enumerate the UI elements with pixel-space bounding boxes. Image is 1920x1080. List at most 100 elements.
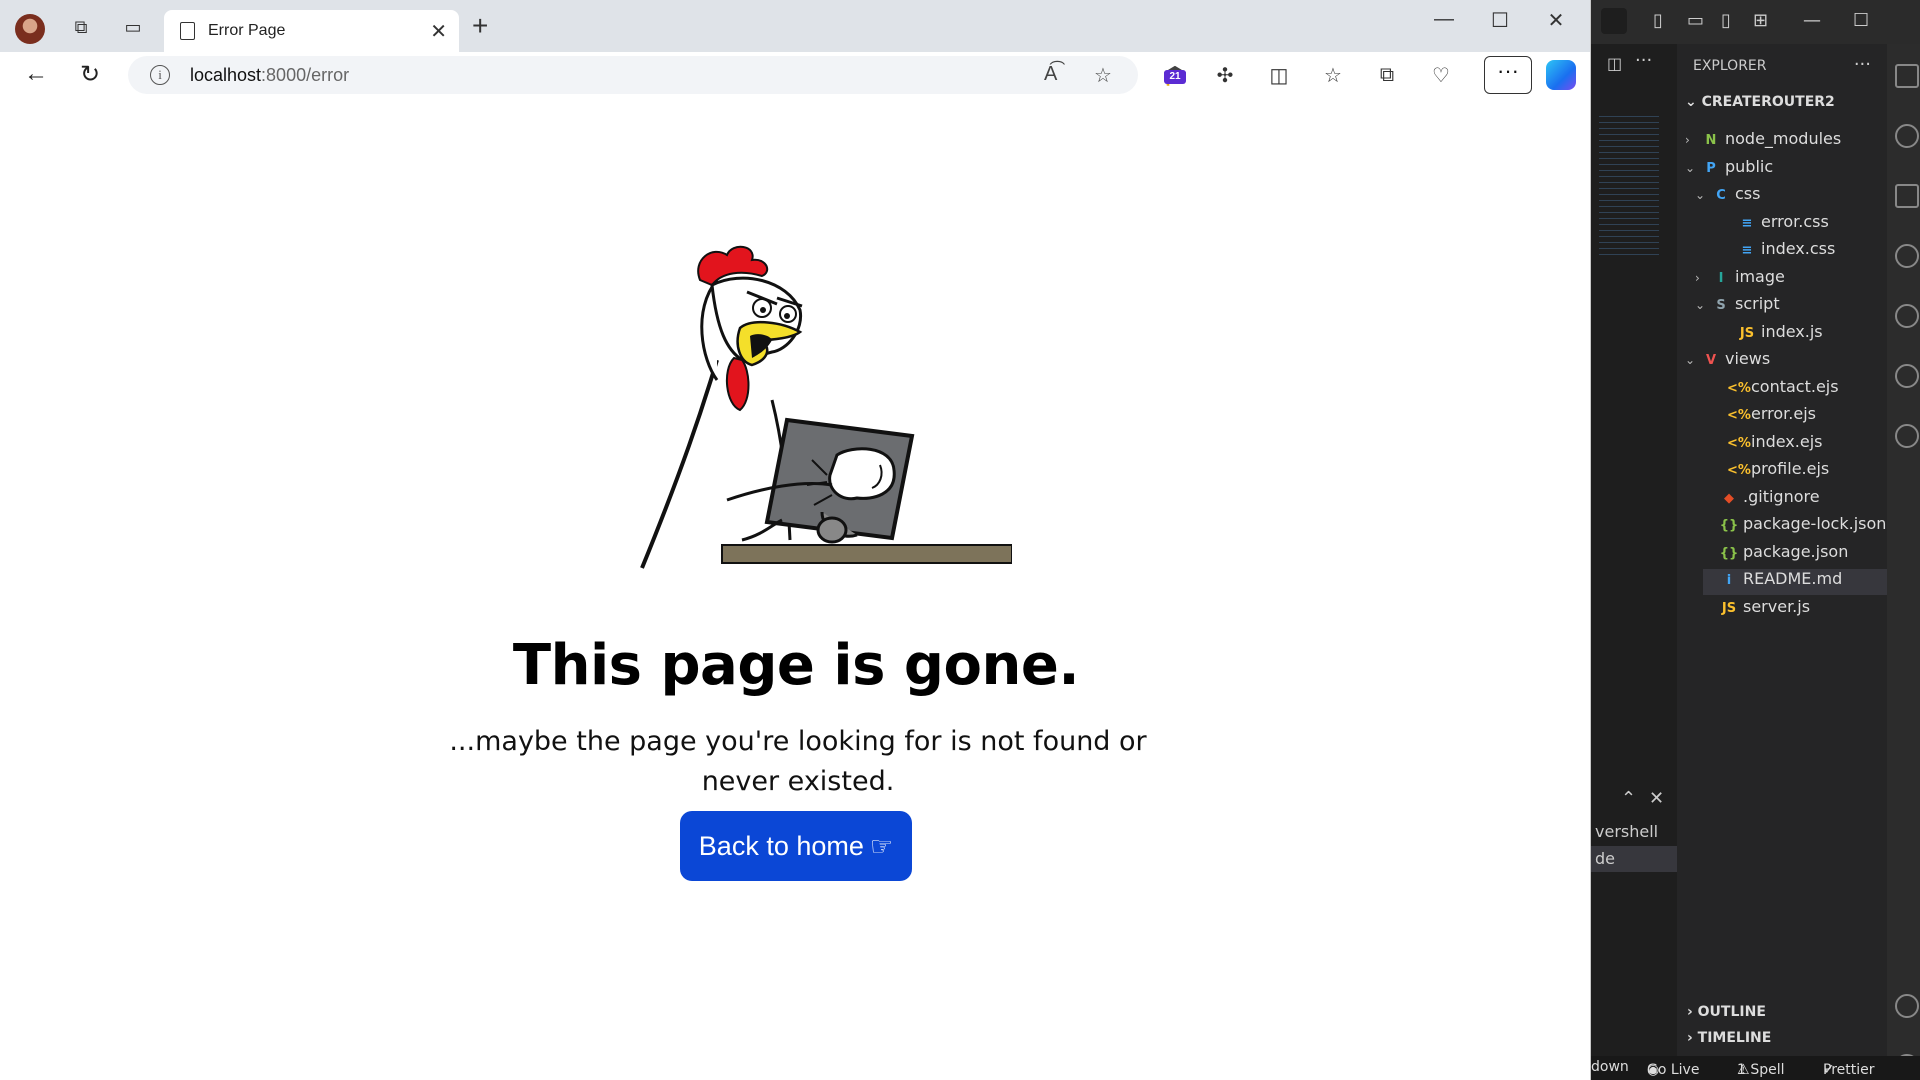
maximize-button[interactable]: ☐ [1480, 8, 1520, 33]
editor-area: ◫ ··· [1591, 44, 1677, 1080]
split-editor-icon[interactable]: ◫ [1607, 54, 1622, 73]
tree-item-label: package.json [1743, 542, 1849, 561]
tree-item-label: contact.ejs [1751, 377, 1839, 396]
tree-item[interactable]: › Iimage [1695, 267, 1887, 293]
chevron-up-icon[interactable]: ⌃ [1621, 788, 1636, 809]
back-to-home-button[interactable]: Back to home ☞ [680, 811, 912, 881]
address-bar[interactable]: i localhost:8000/error A͡ ☆ [128, 56, 1138, 94]
tree-item[interactable]: ≡ index.css [1721, 239, 1887, 265]
source-control-icon[interactable] [1895, 184, 1919, 208]
account-icon[interactable] [1895, 994, 1919, 1018]
tree-item[interactable]: {} package-lock.json [1703, 514, 1887, 540]
more-menu-button[interactable]: ··· [1484, 56, 1532, 94]
refresh-button[interactable]: ↻ [80, 60, 100, 89]
file-icon: <% [1727, 381, 1751, 396]
chevron-down-icon: ⌄ [1695, 298, 1706, 312]
tree-item[interactable]: › Nnode_modules [1685, 129, 1887, 155]
tree-item-label: index.ejs [1751, 432, 1823, 451]
timeline-label: TIMELINE [1697, 1030, 1772, 1046]
folder-icon: P [1706, 161, 1716, 176]
search-icon[interactable] [1895, 124, 1919, 148]
file-icon: <% [1727, 463, 1751, 478]
command-center[interactable] [1601, 8, 1627, 34]
chevron-down-icon: ⌄ [1685, 94, 1702, 110]
terminal-selected[interactable]: de [1591, 846, 1677, 872]
minimize-button[interactable]: — [1424, 8, 1464, 31]
collections-icon[interactable]: ⧉ [1370, 60, 1404, 90]
page-viewport: This page is gone. ...maybe the page you… [8, 98, 1584, 1080]
chevron-down-icon: ⌄ [1685, 161, 1696, 175]
prettier-label: Prettier [1823, 1062, 1875, 1078]
tree-item[interactable]: <%error.ejs [1711, 404, 1887, 430]
project-folder[interactable]: ⌄ CREATEROUTER2 [1685, 94, 1835, 110]
maximize-icon[interactable]: ☐ [1853, 10, 1869, 31]
status-item[interactable]: down [1591, 1059, 1629, 1075]
tree-item[interactable]: ⌄ Ccss [1695, 184, 1887, 210]
back-button[interactable]: ← [24, 60, 48, 88]
testing-icon[interactable] [1895, 424, 1919, 448]
tree-item[interactable]: ⌄ Ppublic [1685, 157, 1887, 183]
close-panel-icon[interactable]: ✕ [1649, 788, 1664, 809]
tab-error-page[interactable]: Error Page ✕ [164, 10, 459, 52]
tree-item-label: image [1735, 267, 1785, 286]
tree-item[interactable]: ≡ error.css [1721, 212, 1887, 238]
tree-item[interactable]: JS index.js [1721, 322, 1887, 348]
extension-badge: 21 [1164, 70, 1186, 84]
extensions-puzzle-icon[interactable]: ✣ [1208, 60, 1242, 90]
favorite-star-icon[interactable]: ☆ [1094, 63, 1112, 88]
explorer-panel: EXPLORER ··· ⌄ CREATEROUTER2 › Nnode_modu… [1677, 44, 1887, 1056]
read-aloud-icon[interactable]: A͡ [1044, 63, 1057, 86]
status-bar: down ◉ Go Live ⚠ 1 Spell ✓ Prettier [1591, 1056, 1920, 1080]
outline-section[interactable]: › OUTLINE [1687, 1004, 1766, 1020]
tree-item[interactable]: ⌄ Sscript [1695, 294, 1887, 320]
tree-item-label: views [1725, 349, 1771, 368]
tree-item[interactable]: ⌄ Vviews [1685, 349, 1887, 375]
tree-item-label: index.css [1761, 239, 1836, 258]
minimap[interactable] [1599, 116, 1659, 256]
tree-item[interactable]: JS server.js [1703, 597, 1887, 623]
copilot-icon[interactable] [1546, 60, 1576, 90]
close-window-button[interactable]: ✕ [1536, 8, 1576, 33]
go-live-label: Go Live [1647, 1062, 1700, 1078]
folder-icon: C [1716, 188, 1726, 203]
tree-item[interactable]: {} package.json [1703, 542, 1887, 568]
tree-item[interactable]: <%contact.ejs [1711, 377, 1887, 403]
customize-layout-icon[interactable]: ⊞ [1753, 10, 1768, 31]
split-screen-icon[interactable]: ◫ [1262, 60, 1296, 90]
toggle-sidebar-icon[interactable]: ▯ [1653, 10, 1663, 31]
terminal-panel: ⌃ ✕ vershell de [1591, 780, 1677, 880]
chevron-right-icon: › [1695, 271, 1700, 285]
folder-icon: N [1705, 133, 1717, 148]
extensions-icon[interactable] [1895, 304, 1919, 328]
tab-bar: ⧉ ▭ Error Page ✕ + — ☐ ✕ [0, 0, 1590, 52]
chevron-right-icon: › [1685, 133, 1690, 147]
editor-more-icon[interactable]: ··· [1635, 50, 1652, 71]
close-tab-icon[interactable]: ✕ [430, 19, 447, 44]
remote-icon[interactable] [1895, 364, 1919, 388]
run-debug-icon[interactable] [1895, 244, 1919, 268]
profile-avatar[interactable] [15, 14, 45, 44]
url-text[interactable]: localhost:8000/error [190, 65, 349, 86]
new-tab-button[interactable]: + [472, 12, 488, 40]
minimize-icon[interactable]: — [1803, 10, 1821, 31]
browser-essentials-icon[interactable]: ♡ [1424, 60, 1458, 90]
site-info-icon[interactable]: i [150, 65, 170, 85]
terminal-name[interactable]: vershell [1595, 822, 1658, 841]
vertical-tabs-icon[interactable]: ▭ [120, 14, 146, 40]
explorer-more-icon[interactable]: ··· [1854, 54, 1871, 75]
tree-item[interactable]: i README.md [1703, 569, 1887, 595]
tree-item-label: package-lock.json [1743, 514, 1887, 533]
timeline-section[interactable]: › TIMELINE [1687, 1030, 1771, 1046]
tree-item-label: node_modules [1725, 129, 1842, 148]
favorites-icon[interactable]: ☆ [1316, 60, 1350, 90]
toggle-panel-icon[interactable]: ▭ [1687, 10, 1704, 31]
copy-icon[interactable] [1895, 64, 1919, 88]
tree-item-label: public [1725, 157, 1774, 176]
tree-item[interactable]: <%index.ejs [1711, 432, 1887, 458]
tree-item[interactable]: ◆ .gitignore [1703, 487, 1887, 513]
workspaces-icon[interactable]: ⧉ [68, 14, 94, 40]
folder-icon: S [1716, 298, 1726, 313]
pointing-hand-icon: ☞ [869, 831, 894, 861]
toggle-secondary-sidebar-icon[interactable]: ▯ [1721, 10, 1731, 31]
tree-item[interactable]: <%profile.ejs [1711, 459, 1887, 485]
